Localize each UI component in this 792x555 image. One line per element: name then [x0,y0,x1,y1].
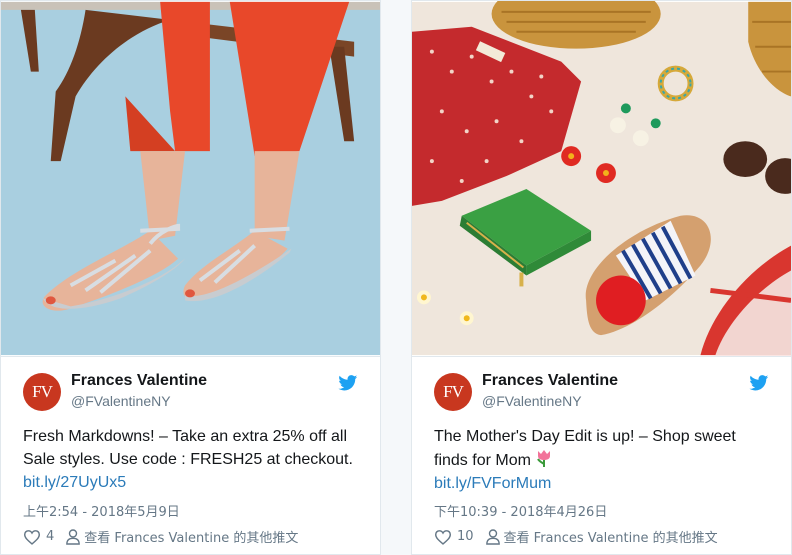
user-icon [485,528,500,545]
tweet-actions: 4 查看 Frances Valentine 的其他推文 [23,527,298,546]
tweet-text: The Mother's Day Edit is up! – Shop swee… [434,425,773,495]
tweet-card-1[interactable]: FV Frances Valentine @FValentineNY Fresh… [0,0,381,555]
tweet-photo[interactable] [1,1,380,356]
tweet-actions: 10 查看 Frances Valentine 的其他推文 [434,527,718,546]
tweet-photo[interactable] [412,1,791,356]
tweet-card-2[interactable]: FV Frances Valentine @FValentineNY The M… [411,0,792,555]
like-count[interactable]: 10 [457,529,474,544]
view-more-tweets-link[interactable]: 查看 Frances Valentine 的其他推文 [504,527,718,546]
divider [1,356,380,357]
twitter-bird-icon[interactable] [338,375,358,391]
tweet-link[interactable]: bit.ly/FVForMum [434,475,551,492]
tweet-timestamp[interactable]: 上午2:54 - 2018年5月9日 [23,501,180,520]
twitter-bird-icon[interactable] [749,375,769,391]
tweet-link[interactable]: bit.ly/27UyUx5 [23,474,126,491]
author-handle[interactable]: @FValentineNY [482,393,582,409]
avatar[interactable]: FV [23,373,61,411]
tweet-timestamp[interactable]: 下午10:39 - 2018年4月26日 [434,501,607,520]
tweet-body: The Mother's Day Edit is up! – Shop swee… [434,428,736,469]
heart-icon[interactable] [434,529,452,545]
tweet-text: Fresh Markdowns! – Take an extra 25% off… [23,425,362,494]
heart-icon[interactable] [23,529,41,545]
divider [412,356,791,357]
like-count[interactable]: 4 [46,529,54,544]
author-handle[interactable]: @FValentineNY [71,393,171,409]
tweet-body: Fresh Markdowns! – Take an extra 25% off… [23,428,353,468]
avatar[interactable]: FV [434,373,472,411]
user-icon [66,528,81,545]
author-name[interactable]: Frances Valentine [71,372,207,390]
tulip-icon [537,450,550,467]
view-more-tweets-link[interactable]: 查看 Frances Valentine 的其他推文 [84,527,298,546]
author-name[interactable]: Frances Valentine [482,372,618,390]
